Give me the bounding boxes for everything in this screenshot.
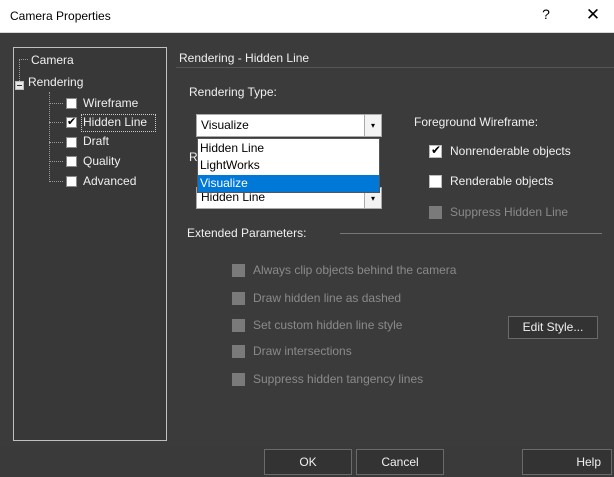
- suppress-hidden-line-checkbox[interactable]: [429, 206, 442, 219]
- nonrenderable-label: Nonrenderable objects: [450, 144, 571, 158]
- renderable-checkbox[interactable]: [429, 175, 442, 188]
- suppress-tangency-label: Suppress hidden tangency lines: [253, 372, 424, 386]
- check-icon: ✔: [431, 143, 442, 157]
- ok-label: OK: [299, 455, 317, 469]
- advanced-checkbox[interactable]: [66, 176, 77, 187]
- tree-connector: [49, 122, 63, 123]
- extended-parameters-label: Extended Parameters:: [187, 226, 307, 240]
- ok-button[interactable]: OK: [264, 449, 352, 475]
- hidden-line-checkbox[interactable]: ✔: [66, 115, 77, 128]
- suppress-tangency-checkbox[interactable]: [232, 373, 245, 386]
- edit-style-label: Edit Style...: [522, 320, 584, 334]
- draft-checkbox[interactable]: [66, 137, 77, 148]
- help-icon[interactable]: ?: [532, 6, 560, 28]
- suppress-hidden-line-label: Suppress Hidden Line: [450, 205, 569, 219]
- window-title: Camera Properties: [10, 9, 111, 23]
- rendering-type-value: Visualize: [201, 118, 249, 132]
- edit-style-button[interactable]: Edit Style...: [508, 316, 598, 339]
- extended-parameters-divider: [340, 233, 602, 234]
- help-label: Help: [576, 455, 601, 469]
- rendering-type-label: Rendering Type:: [189, 85, 277, 99]
- title-bar: Camera Properties ? ✕: [0, 0, 614, 33]
- collapse-icon[interactable]: [15, 81, 24, 90]
- tree-connector: [49, 92, 50, 182]
- close-icon[interactable]: ✕: [578, 5, 608, 27]
- rendering-type-combo[interactable]: Visualize ▾: [196, 114, 382, 137]
- tree-connector: [19, 59, 28, 60]
- tree-item-quality[interactable]: Quality: [83, 154, 120, 168]
- custom-hidden-line-style-checkbox[interactable]: [232, 319, 245, 332]
- dropdown-option-visualize[interactable]: Visualize: [198, 175, 379, 192]
- panel-title-divider: [176, 67, 614, 68]
- renderable-label: Renderable objects: [450, 174, 554, 188]
- chevron-down-icon[interactable]: ▾: [364, 115, 381, 136]
- tree-connector: [49, 142, 63, 143]
- custom-hidden-line-style-label: Set custom hidden line style: [253, 318, 403, 332]
- tree-connector: [49, 161, 63, 162]
- quality-checkbox[interactable]: [66, 156, 77, 167]
- check-icon: ✔: [67, 115, 77, 128]
- panel-title: Rendering - Hidden Line: [179, 51, 310, 65]
- tree-item-draft[interactable]: Draft: [83, 134, 109, 148]
- settings-tree: Camera Rendering Wireframe ✔ Hidden Line…: [13, 47, 167, 441]
- tree-connector: [49, 181, 63, 182]
- cancel-button[interactable]: Cancel: [356, 449, 444, 475]
- camera-properties-dialog: Camera Properties ? ✕ Camera Rendering W…: [0, 0, 614, 477]
- rendering-type-dropdown-list: Hidden Line LightWorks Visualize: [197, 138, 380, 193]
- wireframe-checkbox[interactable]: [66, 98, 77, 109]
- nonrenderable-checkbox[interactable]: ✔: [429, 143, 442, 158]
- help-button[interactable]: Help: [522, 449, 612, 475]
- tree-item-wireframe[interactable]: Wireframe: [83, 96, 138, 110]
- tree-connector: [49, 103, 63, 104]
- dashed-hidden-line-checkbox[interactable]: [232, 292, 245, 305]
- tree-item-camera[interactable]: Camera: [31, 53, 74, 67]
- draw-intersections-checkbox[interactable]: [232, 345, 245, 358]
- dropdown-option-hidden-line[interactable]: Hidden Line: [198, 140, 379, 157]
- tree-item-hidden-line[interactable]: Hidden Line: [83, 115, 147, 129]
- cancel-label: Cancel: [381, 455, 419, 469]
- dropdown-option-lightworks[interactable]: LightWorks: [198, 157, 379, 174]
- dashed-hidden-line-label: Draw hidden line as dashed: [253, 291, 402, 305]
- tree-item-advanced[interactable]: Advanced: [83, 174, 136, 188]
- foreground-wireframe-label: Foreground Wireframe:: [414, 115, 539, 129]
- always-clip-label: Always clip objects behind the camera: [253, 263, 457, 277]
- tree-item-rendering[interactable]: Rendering: [28, 75, 83, 89]
- draw-intersections-label: Draw intersections: [253, 344, 352, 358]
- always-clip-checkbox[interactable]: [232, 264, 245, 277]
